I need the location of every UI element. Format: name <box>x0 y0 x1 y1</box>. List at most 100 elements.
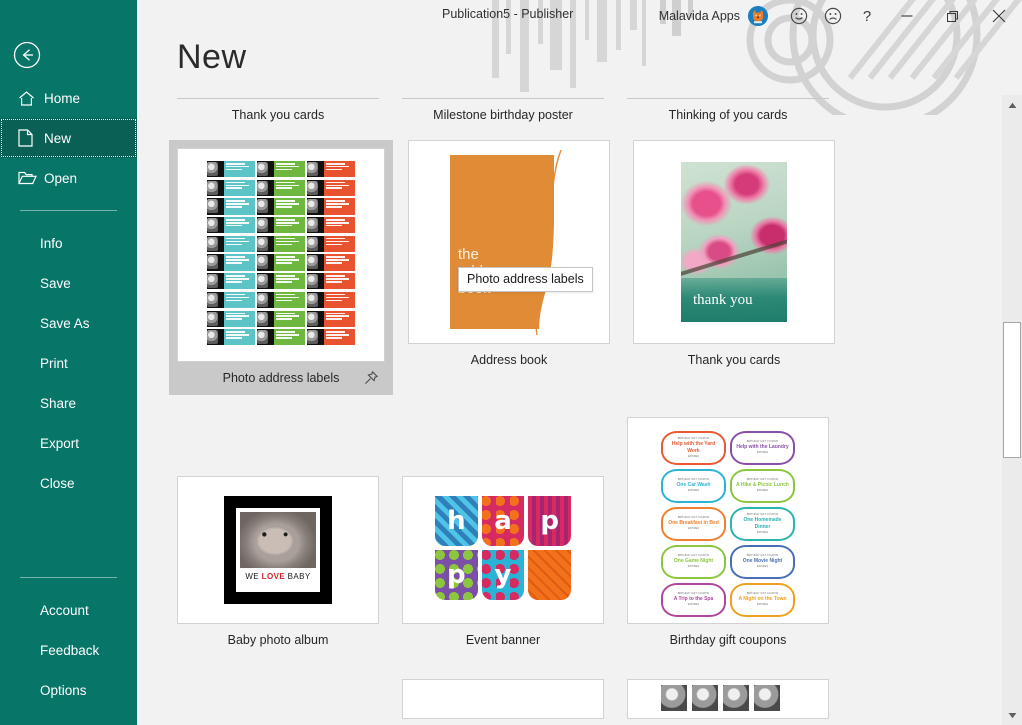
account-name[interactable]: Malavida Apps <box>659 9 740 23</box>
template-caption: Birthday gift coupons <box>627 624 829 657</box>
template-caption: Event banner <box>402 624 604 657</box>
gift-coupon-expiry: EXPIRES <box>687 527 700 530</box>
gift-coupon-title: Help with the Yard Work <box>671 440 716 454</box>
suggested-searches: Thank you cards Milestone birthday poste… <box>177 98 897 132</box>
gift-coupon-title: A Night on the Town <box>738 596 787 602</box>
sidebar-item-label-account: Account <box>40 602 89 618</box>
sidebar-item-home[interactable]: Home <box>0 78 137 118</box>
gift-coupon-expiry: EXPIRES <box>756 451 769 454</box>
address-label-cell <box>207 310 255 327</box>
gift-coupon: BIRTHDAY GIFT COUPON One Breakfast in Bed… <box>661 506 726 541</box>
title-bar-controls: Malavida Apps ? <box>659 0 1022 32</box>
backstage-sidebar: Home New Open Info Save Save As Print Sh… <box>0 0 137 725</box>
address-label-cell <box>207 161 255 178</box>
gift-coupon: BIRTHDAY GIFT COUPON Help with the Laundr… <box>730 430 795 465</box>
gift-coupon: BIRTHDAY GIFT COUPON One Movie Night EXPIR… <box>730 544 795 579</box>
address-label-cell <box>207 217 255 234</box>
address-label-cell <box>307 310 355 327</box>
address-label-cell <box>307 329 355 346</box>
sidebar-item-label-options: Options <box>40 682 87 698</box>
template-grid: Photo address labels the Address book th… <box>169 140 887 725</box>
sidebar-item-print[interactable]: Print <box>0 343 137 383</box>
sidebar-item-label-info: Info <box>40 235 63 251</box>
template-thumbnail-address-book: theaddressbook <box>408 140 610 344</box>
address-label-cell <box>257 273 305 290</box>
baby-album-art: WE LOVE BABY <box>198 487 358 613</box>
gift-coupon-title: One Game Night <box>673 558 714 564</box>
thank-you-text: thank you <box>693 292 753 308</box>
template-caption-text: Baby photo album <box>227 633 329 647</box>
partial-template-photo <box>661 685 687 711</box>
sidebar-item-label-home: Home <box>44 90 81 106</box>
address-label-cell <box>257 254 305 271</box>
minimize-icon[interactable] <box>884 0 930 32</box>
gift-coupon: BIRTHDAY GIFT COUPON A Trip to the Spa EXP… <box>661 582 726 617</box>
sidebar-item-label-save: Save <box>40 275 71 291</box>
scrollbar-track[interactable] <box>1002 115 1022 705</box>
template-tile-baby-photo-album[interactable]: WE LOVE BABY Baby photo album <box>177 476 379 657</box>
sidebar-item-account[interactable]: Account <box>0 590 137 630</box>
template-caption-text: Event banner <box>465 633 541 647</box>
sidebar-item-new[interactable]: New <box>0 118 137 158</box>
address-label-cell <box>307 254 355 271</box>
scroll-thumb[interactable] <box>1003 322 1021 458</box>
address-label-cell <box>307 217 355 234</box>
suggested-search-thinking-of-you-cards[interactable]: Thinking of you cards <box>627 98 829 132</box>
template-tile-birthday-gift-coupons[interactable]: BIRTHDAY GIFT COUPON Help with the Yard W… <box>627 417 829 657</box>
help-question-icon[interactable]: ? <box>850 0 884 32</box>
sidebar-item-export[interactable]: Export <box>0 423 137 463</box>
user-avatar-fox-icon[interactable] <box>748 6 768 26</box>
restore-window-icon[interactable] <box>930 0 976 32</box>
address-label-cell <box>257 235 305 252</box>
address-label-cell <box>307 198 355 215</box>
title-bar: Publication5 - Publisher Malavida Apps ? <box>137 0 1022 32</box>
scroll-down-arrow-icon[interactable] <box>1002 705 1022 725</box>
template-tile-partial-blank[interactable] <box>402 679 604 719</box>
address-label-cell <box>207 254 255 271</box>
gift-coupon-title: One Movie Night <box>742 558 783 564</box>
sidebar-item-share[interactable]: Share <box>0 383 137 423</box>
address-label-cell <box>307 291 355 308</box>
new-document-icon <box>18 129 44 147</box>
sidebar-item-save[interactable]: Save <box>0 263 137 303</box>
address-label-cell <box>257 329 305 346</box>
template-tile-partial-photos[interactable] <box>627 679 829 719</box>
vertical-scrollbar[interactable] <box>1002 95 1022 725</box>
document-title: Publication5 - Publisher <box>442 7 574 21</box>
sidebar-divider-bottom <box>20 577 117 578</box>
suggested-search-thank-you-cards[interactable]: Thank you cards <box>177 98 379 132</box>
event-banner-letter-tile <box>528 550 571 600</box>
sidebar-item-feedback[interactable]: Feedback <box>0 630 137 670</box>
partial-template-photo <box>723 685 749 711</box>
sidebar-item-label-share: Share <box>40 395 77 411</box>
pushpin-icon[interactable] <box>363 370 379 386</box>
sidebar-item-info[interactable]: Info <box>0 223 137 263</box>
template-row-partial <box>177 679 887 719</box>
smiley-face-icon[interactable] <box>782 0 816 32</box>
suggested-search-milestone-birthday-poster[interactable]: Milestone birthday poster <box>402 98 604 132</box>
template-tile-thank-you-cards[interactable]: thank you Thank you cards <box>633 140 835 395</box>
gift-coupon: BIRTHDAY GIFT COUPON Help with the Yard W… <box>661 430 726 465</box>
sidebar-divider-top <box>20 210 117 211</box>
scroll-up-arrow-icon[interactable] <box>1002 95 1022 115</box>
template-caption-text: Photo address labels <box>222 371 340 385</box>
address-label-cell <box>207 329 255 346</box>
back-arrow-icon[interactable] <box>12 40 42 70</box>
template-thumbnail-partial-blank <box>402 679 604 719</box>
address-label-cell <box>207 273 255 290</box>
close-icon[interactable] <box>976 0 1022 32</box>
template-thumbnail-address-labels <box>177 148 385 362</box>
template-tile-event-banner[interactable]: happy Event banner <box>402 476 604 657</box>
sidebar-item-save-as[interactable]: Save As <box>0 303 137 343</box>
sidebar-item-options[interactable]: Options <box>0 670 137 710</box>
sidebar-item-open[interactable]: Open <box>0 158 137 198</box>
address-label-cell <box>307 179 355 196</box>
gift-coupon-title: One Homemade Dinner <box>743 516 782 530</box>
gift-coupon-expiry: EXPIRES <box>687 489 700 492</box>
template-tile-photo-address-labels[interactable]: Photo address labels <box>169 140 393 395</box>
gift-coupon-title: A Trip to the Spa <box>673 596 714 602</box>
template-thumbnail-event-banner: happy <box>402 476 604 624</box>
frowny-face-icon[interactable] <box>816 0 850 32</box>
template-thumbnail-baby-album: WE LOVE BABY <box>177 476 379 624</box>
sidebar-item-close[interactable]: Close <box>0 463 137 503</box>
